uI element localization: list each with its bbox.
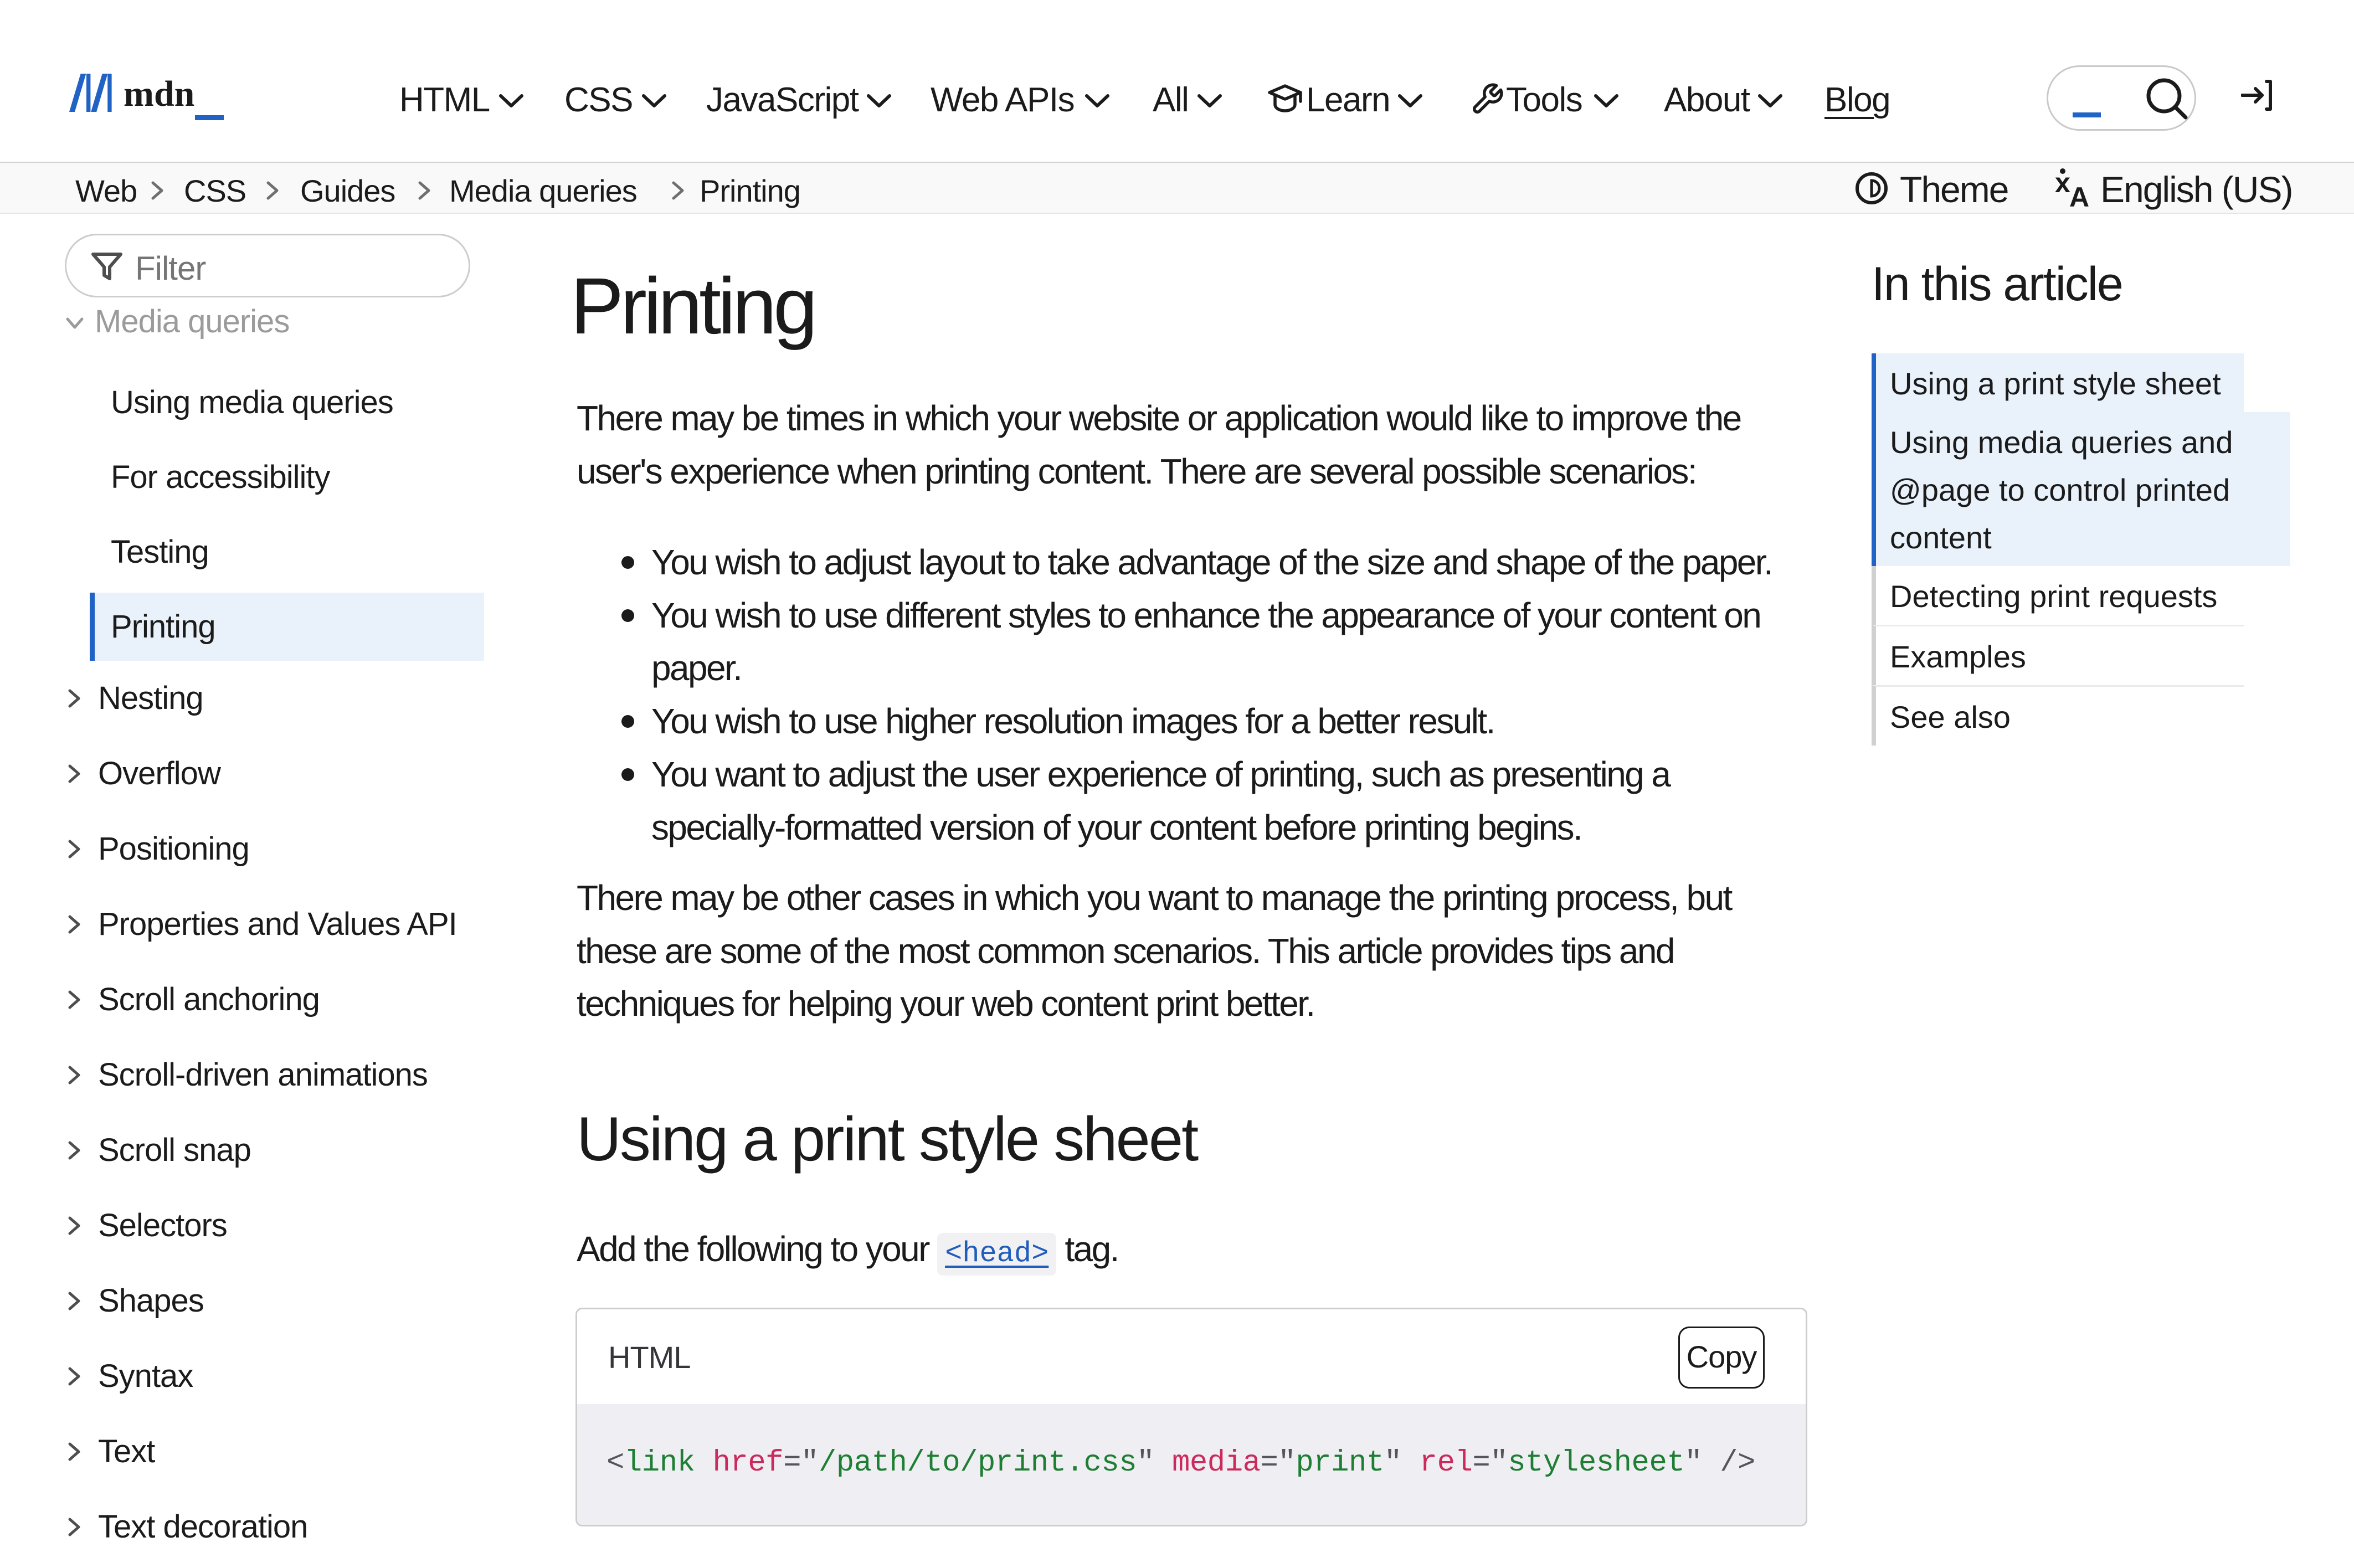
svg-text:mdn: mdn (124, 74, 194, 114)
svg-text:A: A (2069, 182, 2089, 210)
